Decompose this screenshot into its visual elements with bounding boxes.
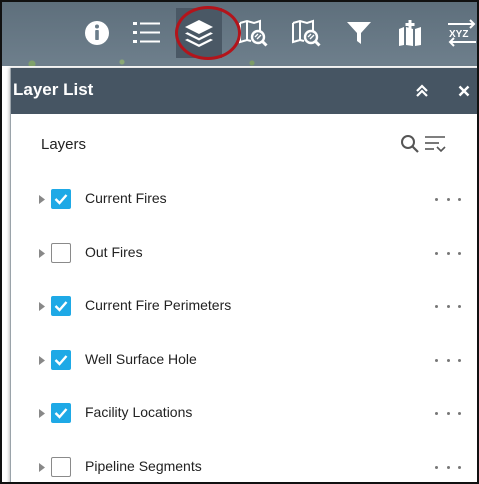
expand-layer-button[interactable] <box>38 226 46 280</box>
layer-label: Current Fire Perimeters <box>85 297 232 313</box>
layer-more-options-button[interactable] <box>435 248 461 258</box>
info-icon <box>85 21 109 45</box>
add-data-button[interactable] <box>387 8 433 58</box>
search-icon <box>401 135 419 153</box>
layer-list-panel: Layer List Layers Current Fires Out Fire… <box>10 68 477 482</box>
layer-more-options-button[interactable] <box>435 462 461 472</box>
checkmark-icon <box>54 301 68 312</box>
expand-layer-button[interactable] <box>38 440 46 482</box>
expand-layer-button[interactable] <box>38 386 46 440</box>
caret-right-icon <box>39 408 45 418</box>
layer-row: Pipeline Segments <box>11 440 477 482</box>
layer-label: Out Fires <box>85 244 143 260</box>
layer-more-options-button[interactable] <box>435 301 461 311</box>
caret-right-icon <box>39 248 45 258</box>
legend-button[interactable] <box>124 8 170 58</box>
map-search-icon <box>239 19 268 47</box>
filter-icon <box>347 22 371 44</box>
layer-row: Out Fires <box>11 226 477 280</box>
layer-visibility-checkbox[interactable] <box>51 243 71 263</box>
list-icon <box>133 22 160 43</box>
layer-label: Well Surface Hole <box>85 351 197 367</box>
filter-button[interactable] <box>336 8 382 58</box>
search-layers-button[interactable] <box>400 134 420 154</box>
add-data-icon <box>399 20 421 46</box>
query-button[interactable] <box>230 8 276 58</box>
layer-label: Current Fires <box>85 190 167 206</box>
layer-visibility-checkbox[interactable] <box>51 403 71 423</box>
widget-toolbar: XYZ <box>2 2 477 66</box>
layer-visibility-checkbox[interactable] <box>51 189 71 209</box>
layer-options-button[interactable] <box>423 133 447 155</box>
layer-row: Facility Locations <box>11 386 477 440</box>
double-chevron-up-icon <box>416 84 428 97</box>
section-title: Layers <box>41 136 87 153</box>
caret-right-icon <box>39 301 45 311</box>
expand-layer-button[interactable] <box>38 279 46 333</box>
expand-layer-button[interactable] <box>38 333 46 387</box>
layer-row: Well Surface Hole <box>11 333 477 387</box>
panel-title: Layer List <box>13 80 94 99</box>
expand-layer-button[interactable] <box>38 172 46 226</box>
app-frame: XYZ Layer List Layers Current Fires Out … <box>0 0 479 484</box>
checkmark-icon <box>54 355 68 366</box>
xyz-label: XYZ <box>449 29 468 40</box>
layer-visibility-checkbox[interactable] <box>51 350 71 370</box>
panel-header: Layer List <box>11 68 477 114</box>
close-icon <box>458 85 470 97</box>
about-button[interactable] <box>74 8 120 58</box>
layers-section-header: Layers <box>11 114 477 168</box>
checkmark-icon <box>54 194 68 205</box>
layer-label: Pipeline Segments <box>85 458 202 474</box>
caret-right-icon <box>39 462 45 472</box>
close-button[interactable] <box>453 80 475 102</box>
layer-more-options-button[interactable] <box>435 355 461 365</box>
screening-button[interactable] <box>283 8 329 58</box>
layer-more-options-button[interactable] <box>435 194 461 204</box>
caret-right-icon <box>39 355 45 365</box>
layer-row: Current Fire Perimeters <box>11 279 477 333</box>
map-search-icon <box>292 19 321 47</box>
layer-label: Facility Locations <box>85 404 193 420</box>
caret-right-icon <box>39 194 45 204</box>
layer-more-options-button[interactable] <box>435 408 461 418</box>
checkmark-icon <box>54 408 68 419</box>
collapse-button[interactable] <box>411 80 433 102</box>
layer-visibility-checkbox[interactable] <box>51 457 71 477</box>
layer-list-button[interactable] <box>176 8 222 58</box>
layer-visibility-checkbox[interactable] <box>51 296 71 316</box>
coordinate-conversion-button[interactable]: XYZ <box>442 8 477 58</box>
filter-list-icon <box>425 136 446 153</box>
layers-icon <box>185 20 213 47</box>
xyz-icon: XYZ <box>448 19 476 47</box>
layer-row: Current Fires <box>11 172 477 226</box>
